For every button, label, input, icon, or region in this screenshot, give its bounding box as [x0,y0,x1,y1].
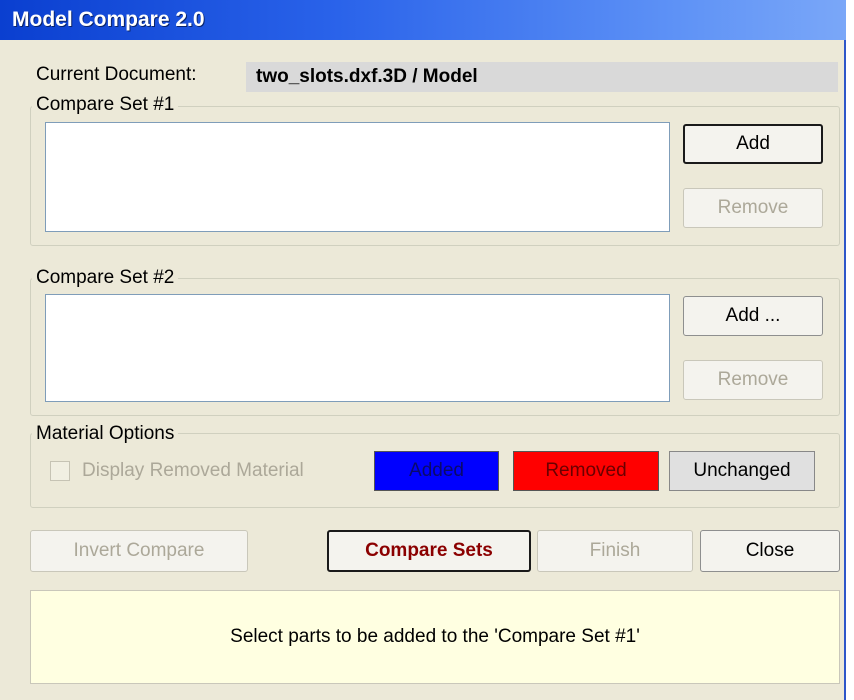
compare-set-2-add-button[interactable]: Add ... [683,296,823,336]
display-removed-label: Display Removed Material [82,460,304,481]
material-options-title: Material Options [32,423,179,445]
added-color-swatch[interactable]: Added [374,451,499,491]
compare-set-2-title: Compare Set #2 [32,267,179,289]
compare-set-1-list[interactable] [45,122,670,232]
status-message: Select parts to be added to the 'Compare… [230,626,640,647]
unchanged-color-swatch[interactable]: Unchanged [669,451,815,491]
invert-compare-button[interactable]: Invert Compare [30,530,248,572]
removed-color-swatch[interactable]: Removed [513,451,659,491]
title-bar[interactable]: Model Compare 2.0 [0,0,846,40]
compare-set-1-remove-button[interactable]: Remove [683,188,823,228]
finish-button[interactable]: Finish [537,530,693,572]
status-message-panel: Select parts to be added to the 'Compare… [30,590,840,684]
display-removed-checkbox[interactable] [50,461,70,481]
current-document-field: two_slots.dxf.3D / Model [246,62,838,92]
compare-set-2-remove-button[interactable]: Remove [683,360,823,400]
close-button[interactable]: Close [700,530,840,572]
model-compare-window: Model Compare 2.0 Current Document: two_… [0,0,846,700]
compare-set-1-title: Compare Set #1 [32,94,179,116]
current-document-label: Current Document: [36,64,197,85]
compare-set-1-add-button[interactable]: Add [683,124,823,164]
window-title: Model Compare 2.0 [12,8,205,31]
compare-set-2-list[interactable] [45,294,670,402]
compare-sets-button[interactable]: Compare Sets [327,530,531,572]
